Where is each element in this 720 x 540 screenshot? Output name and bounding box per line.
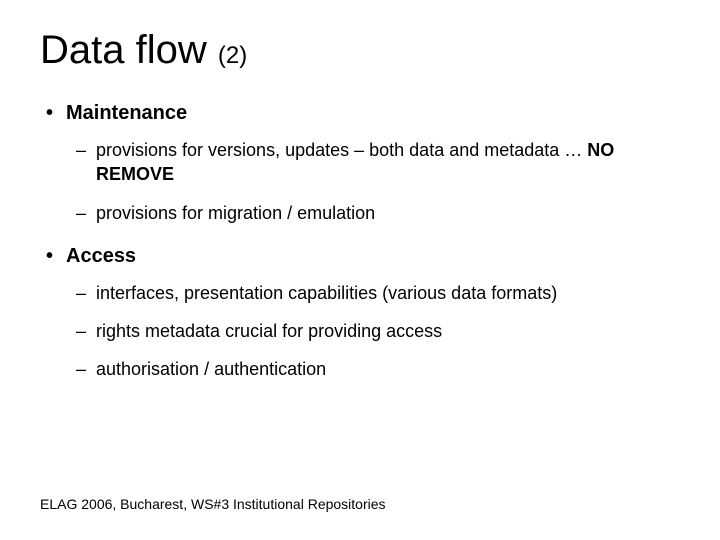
item-text: rights metadata crucial for providing ac…: [96, 321, 442, 341]
section-header: Maintenance: [40, 100, 680, 126]
section-access: Access interfaces, presentation capabili…: [40, 243, 680, 382]
title-sub: (2): [218, 42, 247, 69]
section-maintenance: Maintenance provisions for versions, upd…: [40, 100, 680, 225]
sub-list: provisions for versions, updates – both …: [66, 138, 680, 225]
list-item: provisions for versions, updates – both …: [66, 138, 680, 187]
sub-list: interfaces, presentation capabilities (v…: [66, 281, 680, 382]
section-header: Access: [40, 243, 680, 269]
list-item: provisions for migration / emulation: [66, 201, 680, 225]
bullet-list: Maintenance provisions for versions, upd…: [40, 100, 680, 382]
slide: Data flow (2) Maintenance provisions for…: [0, 0, 720, 540]
title-main: Data flow: [40, 28, 218, 72]
item-text: provisions for versions, updates – both …: [96, 140, 587, 160]
slide-footer: ELAG 2006, Bucharest, WS#3 Institutional…: [40, 496, 386, 512]
item-text: provisions for migration / emulation: [96, 203, 375, 223]
list-item: rights metadata crucial for providing ac…: [66, 319, 680, 343]
list-item: authorisation / authentication: [66, 357, 680, 381]
item-text: interfaces, presentation capabilities (v…: [96, 283, 557, 303]
list-item: interfaces, presentation capabilities (v…: [66, 281, 680, 305]
item-text: authorisation / authentication: [96, 359, 326, 379]
slide-title: Data flow (2): [40, 28, 680, 72]
